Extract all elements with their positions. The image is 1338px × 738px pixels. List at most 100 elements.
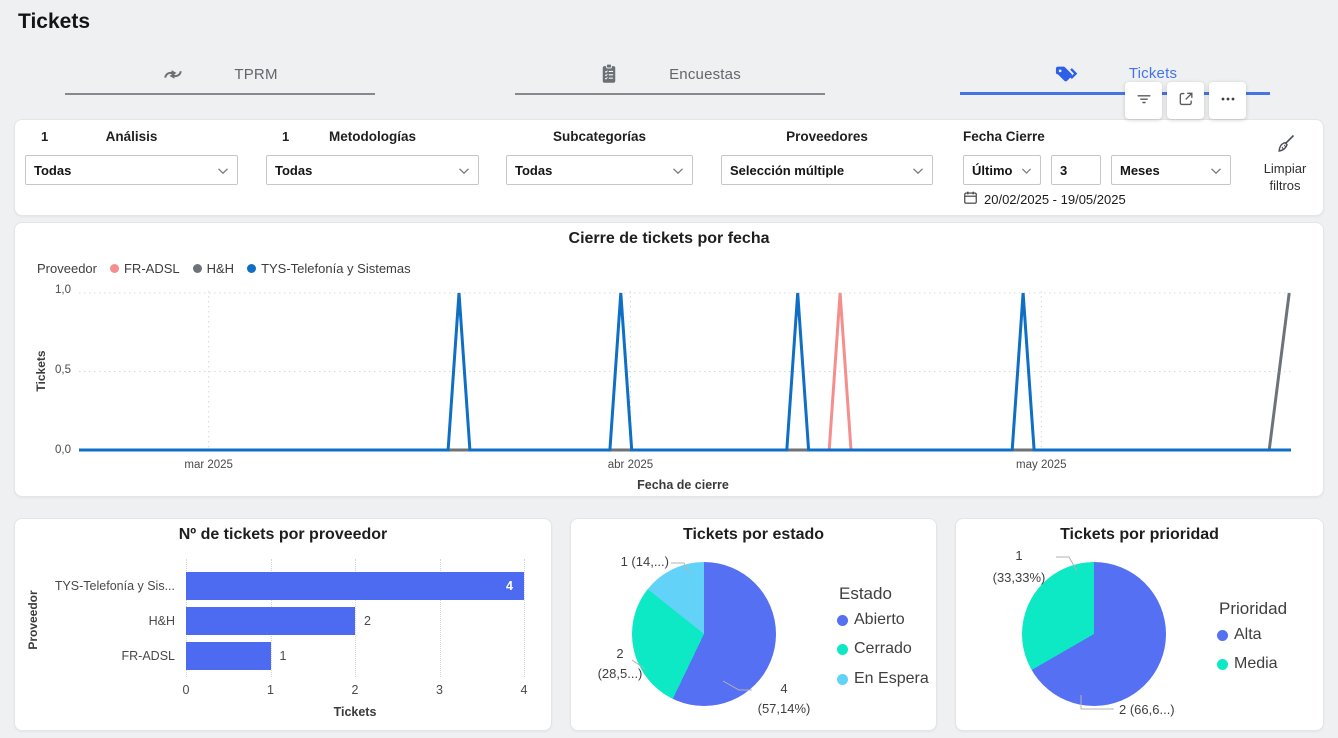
chevron-down-icon [458, 163, 470, 178]
metodologias-value: Todas [275, 163, 312, 178]
line-x-axis-title: Fecha de cierre [637, 478, 729, 492]
legend-dot [837, 615, 848, 626]
pie-prioridad-card: Tickets por prioridad 1 (33,33%) 2 (66,6… [955, 518, 1324, 731]
subcategorias-label: Subcategorías [506, 129, 693, 144]
broom-icon [1273, 132, 1297, 160]
tag-icon [1053, 63, 1079, 85]
legend-label: Abierto [854, 611, 905, 629]
legend-dot [837, 644, 848, 655]
subcategorias-value: Todas [515, 163, 552, 178]
y-tick: 0,5 [55, 364, 71, 376]
pie-label-media: 1 (33,33%) [979, 545, 1059, 589]
date-range: 20/02/2025 - 19/05/2025 [963, 190, 1126, 208]
tab-label-encuestas: Encuestas [669, 66, 741, 83]
popout-button[interactable] [1167, 82, 1204, 119]
pie-label-line: (33,33%) [979, 567, 1059, 589]
pie-label-cerrado: 2 (28,5...) [587, 644, 653, 684]
tab-label-tickets: Tickets [1129, 65, 1177, 82]
legend-title: Proveedor [37, 261, 97, 276]
date-range-text: 20/02/2025 - 19/05/2025 [984, 192, 1126, 207]
x-tick: mar 2025 [184, 459, 233, 471]
legend-label: Alta [1234, 626, 1262, 644]
bar-x-tick: 3 [436, 683, 443, 697]
filter-button[interactable] [1125, 82, 1162, 119]
fecha-mode-value: Último [972, 163, 1012, 178]
chevron-down-icon [1021, 163, 1032, 178]
proveedores-dropdown[interactable]: Selección múltiple [721, 155, 933, 185]
page-title: Tickets [18, 10, 90, 34]
y-tick: 1,0 [55, 284, 71, 296]
pie-estado-title: Tickets por estado [571, 526, 936, 544]
pie-label-line: 4 [749, 679, 819, 699]
fecha-cierre-label: Fecha Cierre [963, 129, 1045, 144]
bar-chart-card: Nº de tickets por proveedor Proveedor TY… [14, 518, 552, 731]
legend-label: Media [1234, 655, 1278, 673]
chevron-down-icon [672, 163, 684, 178]
bar-x-tick: 1 [267, 683, 274, 697]
fecha-amount-input[interactable] [1051, 155, 1101, 185]
clear-filters-button[interactable]: Limpiar filtros [1249, 132, 1321, 194]
legend-item-en-espera[interactable]: En Espera [837, 670, 929, 688]
legend-item-alta[interactable]: Alta [1217, 626, 1262, 644]
metodologias-dropdown[interactable]: Todas [266, 155, 479, 185]
bar-value: 4 [506, 572, 513, 600]
legend-label: Cerrado [854, 640, 912, 658]
legend-item-cerrado[interactable]: Cerrado [837, 640, 912, 658]
legend-item-hh[interactable]: H&H [193, 261, 234, 276]
tab-tprm[interactable]: TPRM [65, 55, 375, 95]
legend-dot [193, 264, 202, 273]
bar-x-tick: 2 [352, 683, 359, 697]
legend-label: H&H [207, 261, 234, 276]
legend-dot [247, 264, 256, 273]
subcategorias-dropdown[interactable]: Todas [506, 155, 693, 185]
bar-category: H&H [20, 607, 175, 635]
bar-row: 4 [186, 572, 524, 600]
legend-item-fr-adsl[interactable]: FR-ADSL [110, 261, 180, 276]
fecha-unit-dropdown[interactable]: Meses [1111, 155, 1231, 185]
clear-filters-label-2: filtros [1269, 177, 1300, 194]
exchange-arrows-icon [162, 64, 184, 84]
pie-prioridad-legend-title: Prioridad [1219, 599, 1287, 619]
legend-item-abierto[interactable]: Abierto [837, 611, 905, 629]
bar-hh[interactable] [186, 607, 355, 635]
tab-encuestas[interactable]: Encuestas [515, 55, 825, 95]
legend-label: En Espera [854, 670, 929, 688]
filter-bar: 1 Análisis Todas 1 Metodologías Todas Su… [14, 119, 1324, 216]
bar-fr-adsl[interactable] [186, 642, 271, 670]
pie-label-abierto: 4 (57,14%) [749, 679, 819, 719]
pie-label-line: (57,14%) [749, 699, 819, 719]
legend-item-tys[interactable]: TYS-Telefonía y Sistemas [247, 261, 411, 276]
bar-x-tick: 4 [521, 683, 528, 697]
legend-dot [1217, 630, 1228, 641]
x-tick: abr 2025 [608, 459, 653, 471]
legend-item-media[interactable]: Media [1217, 655, 1278, 673]
clipboard-checklist-icon [599, 63, 619, 85]
fecha-mode-dropdown[interactable]: Último [963, 155, 1041, 185]
bar-category: FR-ADSL [20, 642, 175, 670]
filter-icon [1134, 89, 1154, 112]
line-y-axis-title: Tickets [34, 350, 48, 391]
legend-dot [1217, 659, 1228, 670]
pie-estado-card: Tickets por estado 1 (14,...) 2 (28,5...… [570, 518, 937, 731]
line-chart-plot[interactable] [79, 291, 1291, 453]
pie-label-alta: 2 (66,6...) [1119, 700, 1209, 720]
y-tick: 0,0 [55, 444, 71, 456]
fecha-unit-value: Meses [1120, 163, 1160, 178]
bar-value: 2 [364, 607, 371, 635]
bar-tys[interactable] [186, 572, 524, 600]
x-tick: may 2025 [1016, 459, 1067, 471]
more-options-button[interactable] [1209, 82, 1246, 119]
proveedores-value: Selección múltiple [730, 163, 844, 178]
bar-row: 1 [186, 642, 524, 670]
popout-icon [1176, 89, 1196, 112]
legend-dot [837, 674, 848, 685]
analisis-dropdown[interactable]: Todas [25, 155, 238, 185]
bar-x-tick: 0 [183, 683, 190, 697]
bar-value: 1 [280, 642, 287, 670]
line-chart-title: Cierre de tickets por fecha [15, 230, 1323, 248]
pie-label-line: (28,5...) [587, 664, 653, 684]
chevron-down-icon [912, 163, 924, 178]
analisis-label: Análisis [25, 129, 238, 144]
line-chart-legend: Proveedor FR-ADSL H&H TYS-Telefonía y Si… [37, 261, 411, 276]
bar-category: TYS-Telefonía y Sis... [20, 572, 175, 600]
